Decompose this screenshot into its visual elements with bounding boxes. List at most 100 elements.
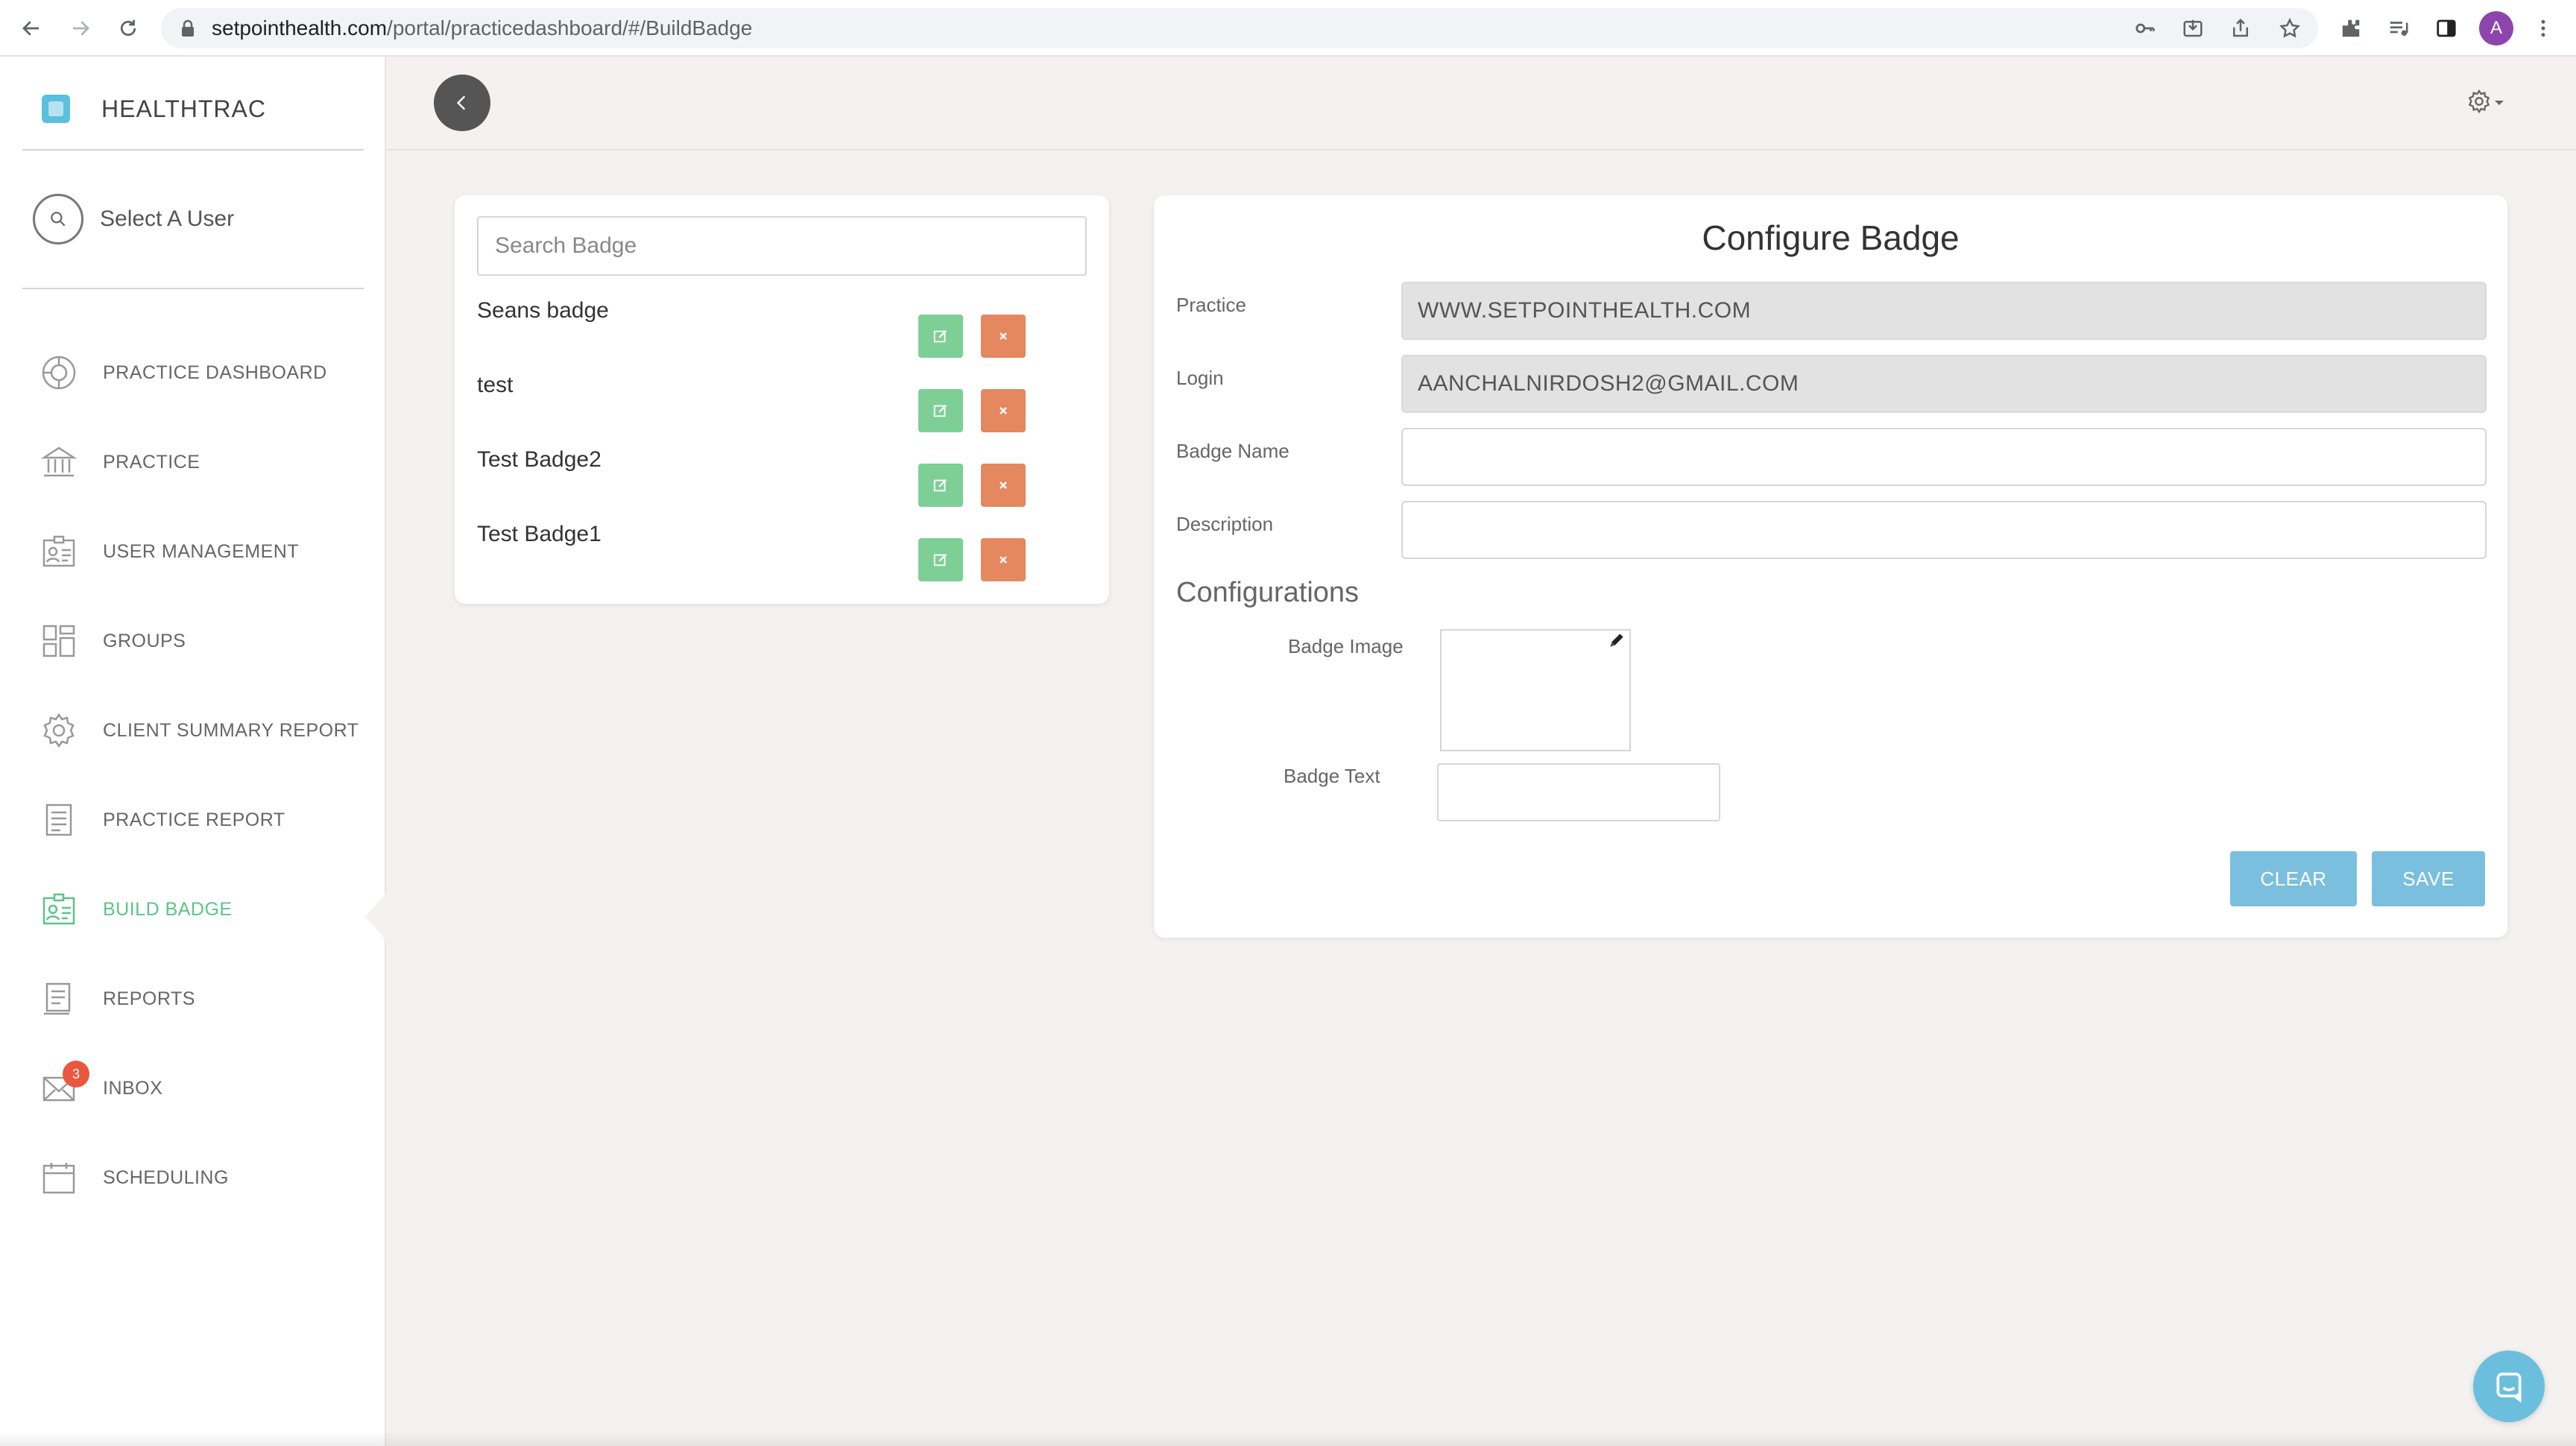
bottom-shadow: [0, 1431, 2576, 1446]
badge-image-upload[interactable]: [1440, 629, 1631, 751]
practice-field: WWW.SETPOINTHEALTH.COM: [1401, 282, 2487, 340]
page-title: Configure Badge: [1702, 218, 1960, 257]
extensions-icon[interactable]: [2336, 13, 2366, 43]
practice-label: Practice: [1176, 294, 1246, 316]
badge-name: test: [477, 373, 514, 397]
badge-card-icon: [40, 891, 78, 928]
sidebar: HEALTHTRAC Select A User PRACTICE DASHBO…: [0, 57, 388, 1446]
sidebar-item-label: GROUPS: [103, 630, 186, 651]
badge-text-label: Badge Text: [1284, 765, 1380, 787]
healthtrac-logo-icon: [42, 95, 70, 123]
delete-badge-button[interactable]: [981, 315, 1026, 358]
sidebar-item-label: INBOX: [103, 1077, 163, 1099]
configure-badge-panel: Configure Badge Practice WWW.SETPOINTHEA…: [1154, 195, 2507, 938]
share-icon[interactable]: [2226, 13, 2255, 43]
sidebar-item-label: PRACTICE: [103, 451, 201, 473]
search-badge-input[interactable]: [477, 216, 1087, 276]
caret-down-icon: [2494, 97, 2504, 110]
sidebar-item-scheduling[interactable]: SCHEDULING: [0, 1133, 386, 1222]
sidebar-item-label: CLIENT SUMMARY REPORT: [103, 719, 359, 741]
sidebar-item-user-management[interactable]: USER MANAGEMENT: [0, 507, 386, 596]
reports-icon: [40, 980, 78, 1017]
close-icon: [1000, 332, 1007, 340]
edit-icon: [933, 553, 947, 566]
delete-badge-button[interactable]: [981, 538, 1026, 581]
sidebar-item-build-badge[interactable]: BUILD BADGE: [0, 865, 388, 954]
edit-badge-button[interactable]: [918, 538, 963, 581]
sidebar-item-label: PRACTICE DASHBOARD: [103, 362, 327, 383]
sidebar-item-practice-dashboard[interactable]: PRACTICE DASHBOARD: [0, 328, 386, 417]
badge-list-panel: Seans badge test Test Badge2 Test Badge1: [455, 195, 1109, 604]
badge-text-input[interactable]: [1437, 763, 1720, 821]
sidebar-item-client-summary-report[interactable]: CLIENT SUMMARY REPORT: [0, 686, 386, 775]
side-panel-icon[interactable]: [2431, 13, 2461, 43]
clear-button[interactable]: CLEAR: [2230, 851, 2357, 906]
login-field: AANCHALNIRDOSH2@GMAIL.COM: [1401, 355, 2487, 413]
pencil-icon[interactable]: [1607, 631, 1626, 654]
list-item: test: [477, 368, 1087, 443]
media-queue-icon[interactable]: [2384, 13, 2414, 43]
delete-badge-button[interactable]: [981, 389, 1026, 432]
sidebar-item-label: SCHEDULING: [103, 1166, 229, 1188]
id-card-icon: [40, 533, 78, 570]
chat-icon: [2496, 1372, 2522, 1403]
sidebar-item-reports[interactable]: REPORTS: [0, 954, 386, 1044]
gear-icon: [40, 712, 78, 749]
close-icon: [1000, 556, 1007, 563]
active-indicator: [365, 891, 388, 942]
inbox-count-badge: 3: [63, 1061, 89, 1087]
badge-image-label: Badge Image: [1288, 635, 1404, 657]
sidebar-item-label: BUILD BADGE: [103, 898, 233, 920]
save-button[interactable]: SAVE: [2372, 851, 2485, 906]
badge-name-input[interactable]: [1401, 428, 2487, 486]
configurations-heading: Configurations: [1176, 577, 1360, 608]
browser-toolbar: setpointhealth.com/portal/practicedashbo…: [0, 0, 2576, 57]
delete-badge-button[interactable]: [981, 464, 1026, 507]
sidebar-divider: [22, 288, 364, 289]
sidebar-item-groups[interactable]: GROUPS: [0, 596, 386, 686]
calendar-icon: [40, 1159, 78, 1196]
mail-icon: 3: [40, 1061, 89, 1107]
reload-icon[interactable]: [113, 13, 143, 43]
badge-name: Test Badge2: [477, 447, 602, 472]
browser-menu-icon[interactable]: [2528, 13, 2558, 43]
profile-avatar[interactable]: A: [2479, 11, 2513, 45]
key-icon[interactable]: [2130, 13, 2160, 43]
edit-badge-button[interactable]: [918, 464, 963, 507]
back-button[interactable]: [434, 75, 490, 131]
document-icon: [40, 801, 78, 839]
sidebar-item-practice-report[interactable]: PRACTICE REPORT: [0, 775, 386, 865]
list-item: Seans badge: [477, 294, 1087, 368]
edit-icon: [933, 329, 947, 343]
select-user[interactable]: Select A User: [33, 194, 234, 244]
brand[interactable]: HEALTHTRAC: [42, 89, 266, 128]
sidebar-divider: [22, 149, 364, 151]
edit-badge-button[interactable]: [918, 389, 963, 432]
brand-name: HEALTHTRAC: [101, 95, 266, 122]
url-text: setpointhealth.com/portal/practicedashbo…: [212, 16, 753, 40]
sidebar-menu: PRACTICE DASHBOARD PRACTICE USER MANAGEM…: [0, 328, 388, 1222]
badge-name-label: Badge Name: [1176, 440, 1289, 462]
bookmark-star-icon[interactable]: [2275, 13, 2305, 43]
sidebar-item-inbox[interactable]: 3 INBOX: [0, 1044, 386, 1133]
install-icon[interactable]: [2178, 13, 2208, 43]
chat-launcher-button[interactable]: [2473, 1351, 2545, 1422]
dashboard-icon: [40, 354, 78, 391]
sidebar-item-practice[interactable]: PRACTICE: [0, 417, 386, 507]
back-arrow-icon[interactable]: [16, 13, 46, 43]
chevron-left-icon: [456, 95, 466, 110]
address-bar[interactable]: setpointhealth.com/portal/practicedashbo…: [161, 8, 2318, 48]
sidebar-item-label: PRACTICE REPORT: [103, 809, 285, 830]
forward-arrow-icon[interactable]: [66, 13, 95, 43]
select-user-label: Select A User: [100, 206, 235, 231]
sidebar-item-label: REPORTS: [103, 988, 195, 1009]
edit-icon: [933, 479, 947, 492]
building-icon: [40, 443, 78, 481]
settings-dropdown-button[interactable]: [2467, 89, 2504, 117]
close-icon: [1000, 407, 1007, 414]
description-input[interactable]: [1401, 501, 2487, 559]
list-item: Test Badge2: [477, 443, 1087, 517]
badge-name: Seans badge: [477, 298, 609, 323]
edit-badge-button[interactable]: [918, 315, 963, 358]
lock-icon: [180, 19, 195, 41]
